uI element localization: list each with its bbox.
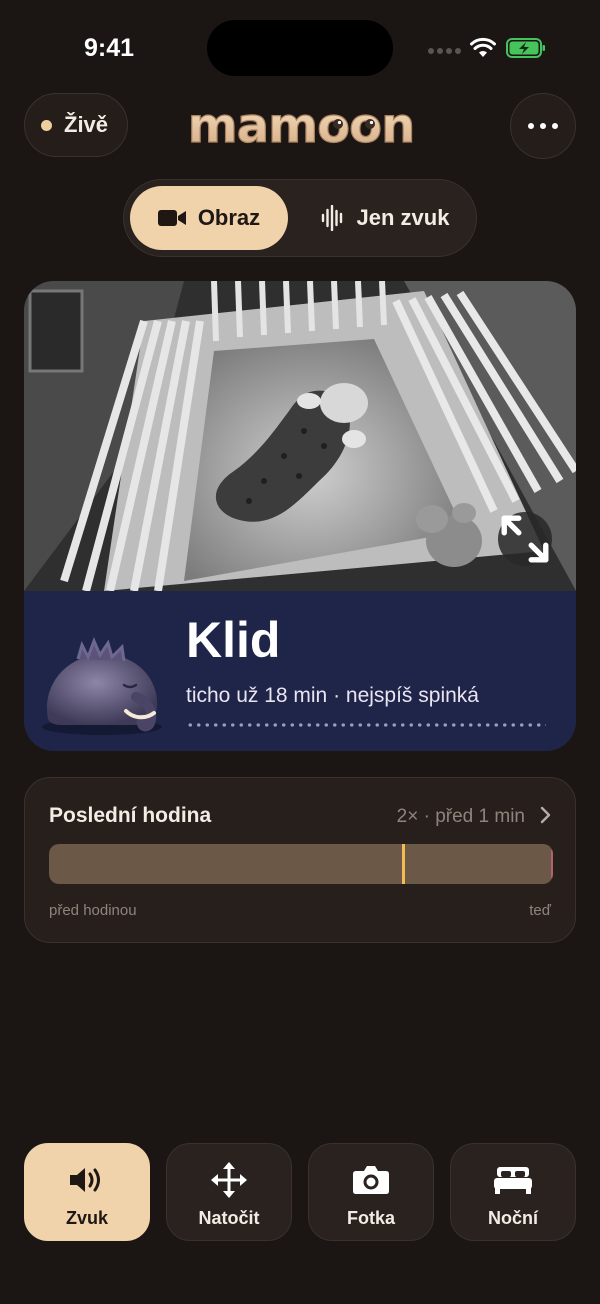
bed-icon — [494, 1167, 532, 1194]
photo-button[interactable]: Fotka — [308, 1143, 434, 1241]
timeline-now-marker — [551, 850, 553, 878]
mammoth-mascot-icon — [38, 619, 178, 739]
speaker-icon — [70, 1168, 100, 1192]
pan-tilt-button[interactable]: Natočit — [166, 1143, 292, 1241]
status-subtitle: ticho už 18 min · nejspíš spinká — [186, 684, 479, 707]
timeline-event-marker — [401, 844, 405, 884]
live-label: Živě — [64, 112, 109, 137]
view-mode-audio-label: Jen zvuk — [356, 205, 450, 230]
fullscreen-button[interactable] — [498, 512, 552, 566]
waveform-icon — [321, 205, 342, 231]
camera-card: Klid ticho už 18 min · nejspíš spinká — [24, 281, 576, 751]
app-logo: mamoon — [176, 96, 426, 158]
timeline-start-label: před hodinou — [49, 902, 137, 919]
status-bar: 9:41 — [0, 0, 600, 96]
camera-feed[interactable] — [24, 281, 576, 591]
view-mode-video-label: Obraz — [197, 205, 261, 230]
live-dot-icon — [41, 119, 52, 131]
last-hour-title: Poslední hodina — [49, 804, 212, 827]
last-hour-card[interactable]: Poslední hodina 2× · před 1 min před hod… — [24, 777, 576, 943]
activity-dotline — [186, 722, 546, 728]
night-mode-button[interactable]: Noční — [450, 1143, 576, 1241]
sound-label: Zvuk — [65, 1208, 108, 1228]
ellipsis-icon — [528, 123, 534, 129]
view-mode-audio-tab[interactable]: Jen zvuk — [300, 186, 470, 250]
sleep-status-panel: Klid ticho už 18 min · nejspíš spinká — [24, 591, 576, 751]
wifi-icon — [470, 37, 496, 59]
cellular-signal-icon — [428, 48, 461, 56]
battery-charging-icon — [506, 38, 546, 58]
more-options-button[interactable] — [510, 93, 576, 159]
pan-tilt-label: Natočit — [198, 1208, 260, 1228]
status-title: Klid — [186, 612, 281, 668]
last-hour-timeline — [49, 844, 553, 884]
sound-button[interactable]: Zvuk — [24, 1143, 150, 1241]
photo-label: Fotka — [346, 1208, 395, 1228]
camera-icon — [353, 1166, 389, 1194]
night-mode-label: Noční — [487, 1208, 538, 1228]
logo-text: mamoon — [188, 98, 415, 154]
status-time: 9:41 — [84, 34, 135, 62]
move-arrows-icon — [211, 1162, 247, 1198]
chevron-right-icon — [540, 806, 551, 824]
video-camera-icon — [157, 210, 186, 226]
timeline-end-label: teď — [529, 902, 551, 919]
live-indicator-pill[interactable]: Živě — [24, 93, 128, 157]
action-bar: Zvuk Natočit Fotka Noční — [24, 1143, 576, 1241]
view-mode-switch: Obraz Jen zvuk — [123, 179, 477, 257]
last-hour-meta: 2× · před 1 min — [396, 806, 525, 827]
dynamic-island — [207, 20, 393, 76]
view-mode-video-tab[interactable]: Obraz — [130, 186, 288, 250]
